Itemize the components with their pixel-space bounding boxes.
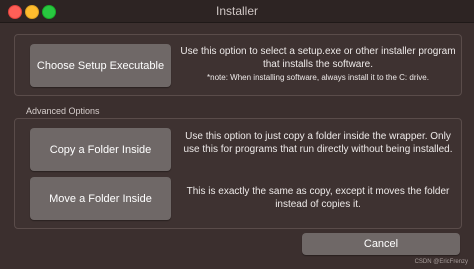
cancel-button[interactable]: Cancel bbox=[302, 233, 460, 255]
copy-folder-inside-button[interactable]: Copy a Folder Inside bbox=[30, 128, 171, 171]
watermark: CSDN @EricFrenzy bbox=[414, 259, 468, 265]
setup-note: *note: When installing software, always … bbox=[207, 73, 429, 82]
move-description: This is exactly the same as copy, except… bbox=[186, 186, 450, 210]
choose-setup-executable-button[interactable]: Choose Setup Executable bbox=[30, 44, 171, 87]
setup-description-text: Use this option to select a setup.exe or… bbox=[180, 46, 456, 70]
setup-description: Use this option to select a setup.exe or… bbox=[178, 45, 458, 83]
installer-window: Installer Choose Setup Executable Use th… bbox=[0, 0, 474, 269]
copy-description: Use this option to just copy a folder in… bbox=[183, 131, 453, 155]
advanced-options-label: Advanced Options bbox=[24, 106, 102, 116]
title-bar[interactable]: Installer bbox=[0, 0, 474, 23]
window-title: Installer bbox=[215, 4, 259, 18]
move-folder-inside-button[interactable]: Move a Folder Inside bbox=[30, 177, 171, 220]
